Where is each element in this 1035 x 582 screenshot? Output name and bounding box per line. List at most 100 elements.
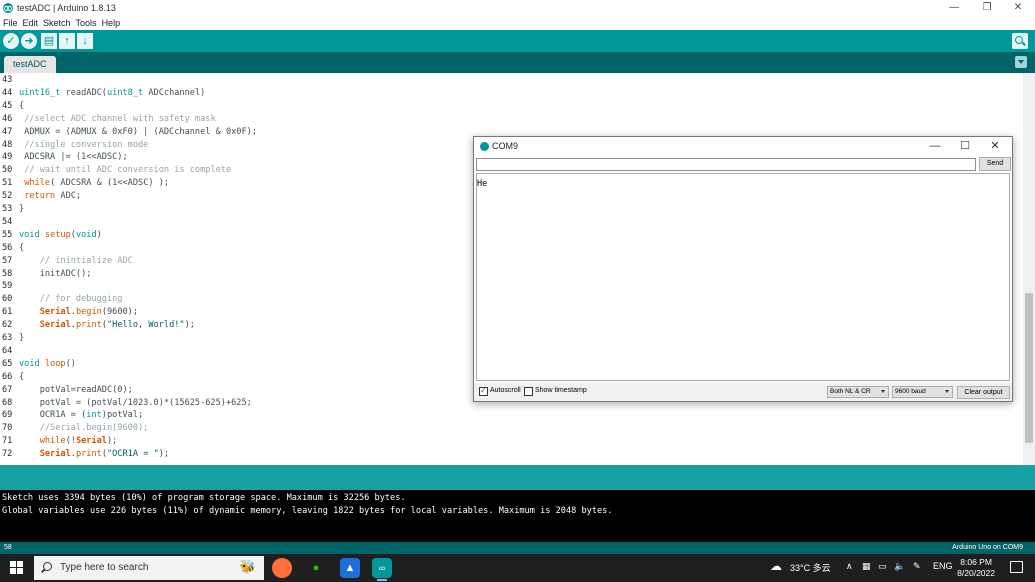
wechat-icon[interactable]: ● xyxy=(306,558,326,578)
code-text: } xyxy=(19,204,25,214)
windows-start-icon[interactable] xyxy=(10,561,24,575)
code-text: Serial.print("Hello, World!"); xyxy=(39,320,195,331)
tab-testadc[interactable]: testADC xyxy=(4,56,56,73)
code-text: return ADC; xyxy=(24,191,82,202)
baud-rate-select[interactable]: 9600 baud xyxy=(892,386,953,398)
status-line-number: 58 xyxy=(4,544,12,551)
serial-output-text: He xyxy=(477,179,488,189)
line-number: 55 xyxy=(2,229,13,240)
console-output: Sketch uses 3394 bytes (10%) of program … xyxy=(0,490,1035,542)
line-number: 63 xyxy=(2,333,13,343)
line-number: 49 xyxy=(2,152,13,163)
tray-chevron-up-icon[interactable]: ∧ xyxy=(846,561,853,572)
code-text: // for debugging xyxy=(39,294,123,305)
status-board: Arduino Uno on COM9 xyxy=(952,544,1023,551)
notification-icon[interactable] xyxy=(1010,561,1023,573)
serial-monitor-footer: Autoscroll Show timestamp Both NL & CR 9… xyxy=(474,383,1012,401)
serial-monitor-title: COM9 xyxy=(492,141,519,151)
line-number: 67 xyxy=(2,384,13,395)
weather-text[interactable]: 33°C 多云 xyxy=(790,561,831,574)
restore-button[interactable]: ❐ xyxy=(972,1,1002,15)
show-timestamp-label: Show timestamp xyxy=(535,387,587,394)
line-number: 60 xyxy=(2,294,13,305)
close-button[interactable]: ✕ xyxy=(1003,1,1033,15)
search-placeholder: Type here to search xyxy=(60,562,149,573)
new-sketch-button[interactable]: ▤ xyxy=(41,33,57,49)
search-icon xyxy=(43,562,52,571)
menu-tools[interactable]: Tools xyxy=(76,18,97,28)
code-text: } xyxy=(19,333,25,343)
upload-button[interactable]: ➜ xyxy=(21,33,37,49)
menu-help[interactable]: Help xyxy=(102,18,121,28)
save-sketch-button[interactable]: ↓ xyxy=(77,33,93,49)
editor-scrollbar-thumb[interactable] xyxy=(1025,293,1033,443)
menu-file[interactable]: File xyxy=(3,18,18,28)
line-number: 44 xyxy=(2,87,13,98)
menu-sketch[interactable]: Sketch xyxy=(43,18,71,28)
code-text: while( ADCSRA & (1<<ADSC) ); xyxy=(24,178,170,189)
serial-monitor-button[interactable] xyxy=(1012,33,1028,49)
send-button[interactable]: Send xyxy=(979,157,1011,171)
line-number: 48 xyxy=(2,139,13,150)
taskbar-clock[interactable]: 8:06 PM 8/20/2022 xyxy=(957,557,995,579)
code-text: while(!Serial); xyxy=(39,436,118,447)
code-text: void loop() xyxy=(19,358,76,369)
console-divider[interactable] xyxy=(0,465,1035,490)
tabs-bar: testADC xyxy=(0,52,1035,73)
serial-maximize-button[interactable]: ☐ xyxy=(950,138,980,154)
code-text: // inintialize ADC xyxy=(39,255,133,266)
toolbar: ✓ ➜ ▤ ↑ ↓ xyxy=(0,30,1035,52)
line-number: 43 xyxy=(2,75,13,85)
line-number: 71 xyxy=(2,436,13,447)
line-number: 57 xyxy=(2,255,13,266)
line-number: 47 xyxy=(2,126,13,137)
line-number: 52 xyxy=(2,191,13,202)
minimize-button[interactable]: — xyxy=(939,1,969,15)
menu-edit[interactable]: Edit xyxy=(23,18,39,28)
code-text: { xyxy=(19,242,25,253)
line-number: 72 xyxy=(2,449,13,460)
line-number: 69 xyxy=(2,410,13,421)
autoscroll-checkbox[interactable] xyxy=(479,386,488,396)
clock-time: 8:06 PM xyxy=(960,557,992,567)
serial-close-button[interactable]: ✕ xyxy=(980,138,1010,154)
serial-output-area[interactable]: He xyxy=(476,173,1010,381)
show-timestamp-checkbox[interactable] xyxy=(524,387,533,396)
arduino-logo-icon xyxy=(3,3,13,13)
line-ending-select[interactable]: Both NL & CR xyxy=(827,386,889,398)
firefox-icon[interactable] xyxy=(272,558,292,578)
code-text: ADCSRA |= (1<<ADSC); xyxy=(19,152,128,163)
volume-icon[interactable]: 🔈 xyxy=(894,561,905,572)
taskbar-search-input[interactable]: Type here to search 🐝 xyxy=(34,556,264,580)
code-text: ADMUX = (ADMUX & 0xF0) | (ADCchannel & 0… xyxy=(19,126,257,137)
line-number: 65 xyxy=(2,358,13,369)
code-text: potVal=readADC(0); xyxy=(19,384,133,395)
code-text: potVal = (potVal/1023.0)*(15625-625)+625… xyxy=(19,397,252,408)
autoscroll-label: Autoscroll xyxy=(490,387,521,394)
open-sketch-button[interactable]: ↑ xyxy=(59,33,75,49)
tray-app-icon[interactable]: ▦ xyxy=(862,561,871,572)
line-number: 54 xyxy=(2,216,13,227)
line-number: 50 xyxy=(2,165,13,176)
maps-app-icon[interactable]: ▲ xyxy=(340,558,360,578)
tab-menu-chevron-down-icon[interactable] xyxy=(1015,56,1027,68)
code-text: void setup(void) xyxy=(19,229,102,240)
code-text: { xyxy=(19,371,25,382)
line-number: 58 xyxy=(2,268,13,279)
code-text: OCR1A = (int)potVal; xyxy=(19,410,144,421)
title-bar: testADC | Arduino 1.8.13 — ❐ ✕ xyxy=(0,0,1035,16)
code-text: //single conversion mode xyxy=(24,139,149,150)
line-number: 68 xyxy=(2,397,13,408)
code-text: // wait until ADC conversion is complete xyxy=(24,165,232,176)
language-indicator[interactable]: ENG xyxy=(933,561,953,571)
clear-output-button[interactable]: Clear output xyxy=(957,386,1010,399)
network-icon[interactable]: ▭ xyxy=(878,561,887,572)
weather-cloud-icon: ☁ xyxy=(770,559,782,573)
serial-monitor-title-bar: COM9 — ☐ ✕ xyxy=(474,137,1012,155)
verify-button[interactable]: ✓ xyxy=(3,33,19,49)
serial-send-input[interactable] xyxy=(476,158,976,171)
arduino-taskbar-icon[interactable]: ∞ xyxy=(372,558,392,581)
ime-icon[interactable]: ✎ xyxy=(913,561,921,572)
editor-scrollbar[interactable] xyxy=(1023,73,1035,465)
serial-minimize-button[interactable]: — xyxy=(920,138,950,154)
